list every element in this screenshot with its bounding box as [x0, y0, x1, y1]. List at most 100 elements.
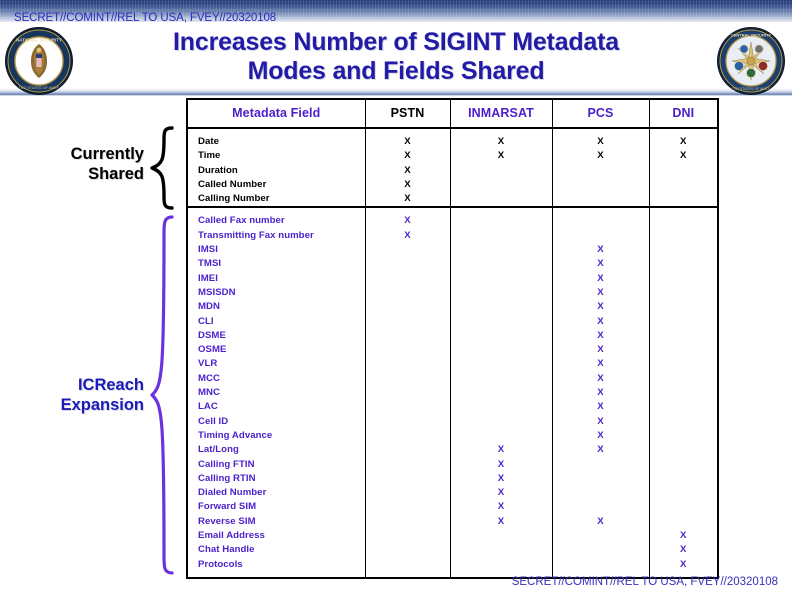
support-cell-pstn	[365, 314, 451, 329]
support-mark-icon: X	[497, 487, 505, 499]
support-cell-dni	[649, 486, 717, 500]
metadata-field-cell: IMSI	[188, 243, 366, 258]
metadata-field-cell: Cell ID	[188, 414, 366, 429]
support-cell-dni	[649, 472, 717, 486]
support-cell-dni	[649, 286, 717, 300]
support-mark-icon: X	[404, 229, 411, 241]
support-cell-pstn	[365, 271, 451, 286]
support-cell-inmarsat	[450, 257, 553, 272]
support-cell-pstn	[365, 543, 451, 558]
support-mark-icon: X	[597, 301, 604, 313]
metadata-field-cell: Calling FTIN	[188, 457, 366, 472]
table-spacer-cell	[552, 128, 650, 135]
table-row: Reverse SIM X X	[188, 514, 717, 530]
support-cell-pcs: X	[552, 428, 650, 444]
support-cell-pcs: X	[552, 149, 650, 164]
nsa-seal-icon: NATIONAL SECURITY UNITED STATES OF AMERI…	[6, 28, 72, 94]
metadata-field-cell: Transmitting Fax number	[188, 228, 366, 244]
page-title-line-2: Modes and Fields Shared	[247, 57, 545, 85]
metadata-field-cell: Called Fax number	[188, 214, 366, 229]
support-cell-pcs: X	[552, 386, 650, 401]
support-mark-icon: X	[497, 515, 505, 527]
support-mark-icon: X	[597, 401, 604, 413]
support-cell-pcs	[552, 486, 650, 501]
support-cell-pstn	[365, 300, 451, 315]
table-row: Time X X X X	[188, 149, 717, 164]
support-cell-pstn	[365, 486, 451, 501]
support-cell-dni	[649, 164, 717, 178]
svg-text:CENTRAL SECURITY: CENTRAL SECURITY	[731, 33, 772, 38]
table-row: Email Address X	[188, 529, 717, 544]
support-cell-pstn: X	[365, 149, 451, 164]
support-cell-dni	[649, 315, 717, 329]
support-cell-pcs: X	[552, 285, 650, 301]
support-cell-pstn	[365, 500, 451, 515]
support-cell-pstn	[365, 529, 451, 544]
support-cell-inmarsat	[450, 177, 553, 193]
support-mark-icon: X	[597, 136, 604, 147]
page-title: Increases Number of SIGINT Metadata Mode…	[96, 28, 696, 86]
support-cell-dni	[649, 500, 717, 514]
support-cell-inmarsat: X	[450, 514, 553, 530]
page-title-line-1: Increases Number of SIGINT Metadata	[173, 28, 619, 56]
currently-shared-brace-icon	[148, 126, 174, 210]
support-cell-pstn	[365, 400, 451, 415]
support-mark-icon: X	[597, 444, 604, 456]
metadata-field-cell: Reverse SIM	[188, 514, 366, 530]
metadata-field-cell: MNC	[188, 386, 366, 401]
support-cell-dni	[649, 429, 717, 443]
support-mark-icon: X	[597, 258, 604, 270]
support-cell-inmarsat	[450, 163, 553, 178]
table-row: Dialed Number X	[188, 486, 717, 501]
support-cell-pstn	[365, 386, 451, 401]
support-cell-inmarsat	[450, 271, 553, 286]
support-cell-inmarsat	[450, 314, 553, 329]
table-row: Calling FTIN X	[188, 457, 717, 472]
support-mark-icon: X	[404, 164, 411, 176]
support-mark-icon: X	[597, 150, 604, 162]
support-cell-pstn: X	[365, 163, 451, 178]
support-cell-dni	[649, 458, 717, 472]
column-header-inmarsat: INMARSAT	[450, 100, 553, 129]
support-cell-pcs: X	[552, 400, 650, 415]
support-cell-pstn	[365, 443, 451, 458]
support-mark-icon: X	[680, 544, 687, 556]
table-row: Transmitting Fax number X	[188, 228, 717, 244]
table-spacer-row	[188, 207, 717, 215]
support-mark-icon: X	[680, 530, 687, 542]
support-cell-pcs: X	[552, 414, 650, 429]
group-label-currently-shared: Currently Shared	[18, 144, 144, 184]
header-divider-rule	[0, 88, 792, 96]
support-cell-pstn	[365, 371, 451, 387]
support-cell-dni	[649, 300, 717, 314]
support-cell-dni	[649, 357, 717, 371]
support-cell-pstn	[365, 457, 451, 472]
support-cell-pcs: X	[552, 328, 650, 344]
column-header-dni: DNI	[649, 100, 717, 129]
table-row: MCC X	[188, 371, 717, 387]
metadata-sharing-table: Metadata Field PSTN INMARSAT PCS DNI Dat…	[188, 100, 717, 577]
table-row: Called Number X	[188, 177, 717, 193]
table-row: TMSI X	[188, 257, 717, 272]
support-cell-pcs	[552, 228, 650, 244]
table-row: Chat Handle X	[188, 543, 717, 558]
support-cell-pstn	[365, 257, 451, 272]
table-row: CLI X	[188, 314, 717, 329]
support-mark-icon: X	[597, 329, 604, 341]
support-cell-pcs	[552, 457, 650, 472]
support-cell-inmarsat	[450, 428, 553, 444]
support-cell-inmarsat: X	[450, 471, 553, 487]
support-cell-dni	[649, 372, 717, 386]
support-cell-pcs: X	[552, 357, 650, 372]
metadata-sharing-table-container: Metadata Field PSTN INMARSAT PCS DNI Dat…	[186, 98, 719, 579]
table-spacer-cell	[649, 207, 717, 214]
metadata-field-cell: TMSI	[188, 257, 366, 272]
column-header-pcs: PCS	[552, 100, 650, 129]
support-cell-dni	[649, 243, 717, 257]
support-mark-icon: X	[597, 415, 604, 427]
support-cell-pstn	[365, 428, 451, 444]
group-label-icreach-expansion-line-1: ICReach	[77, 376, 144, 394]
table-row: IMSI X	[188, 243, 717, 258]
support-mark-icon: X	[680, 150, 687, 162]
support-cell-pcs	[552, 543, 650, 558]
